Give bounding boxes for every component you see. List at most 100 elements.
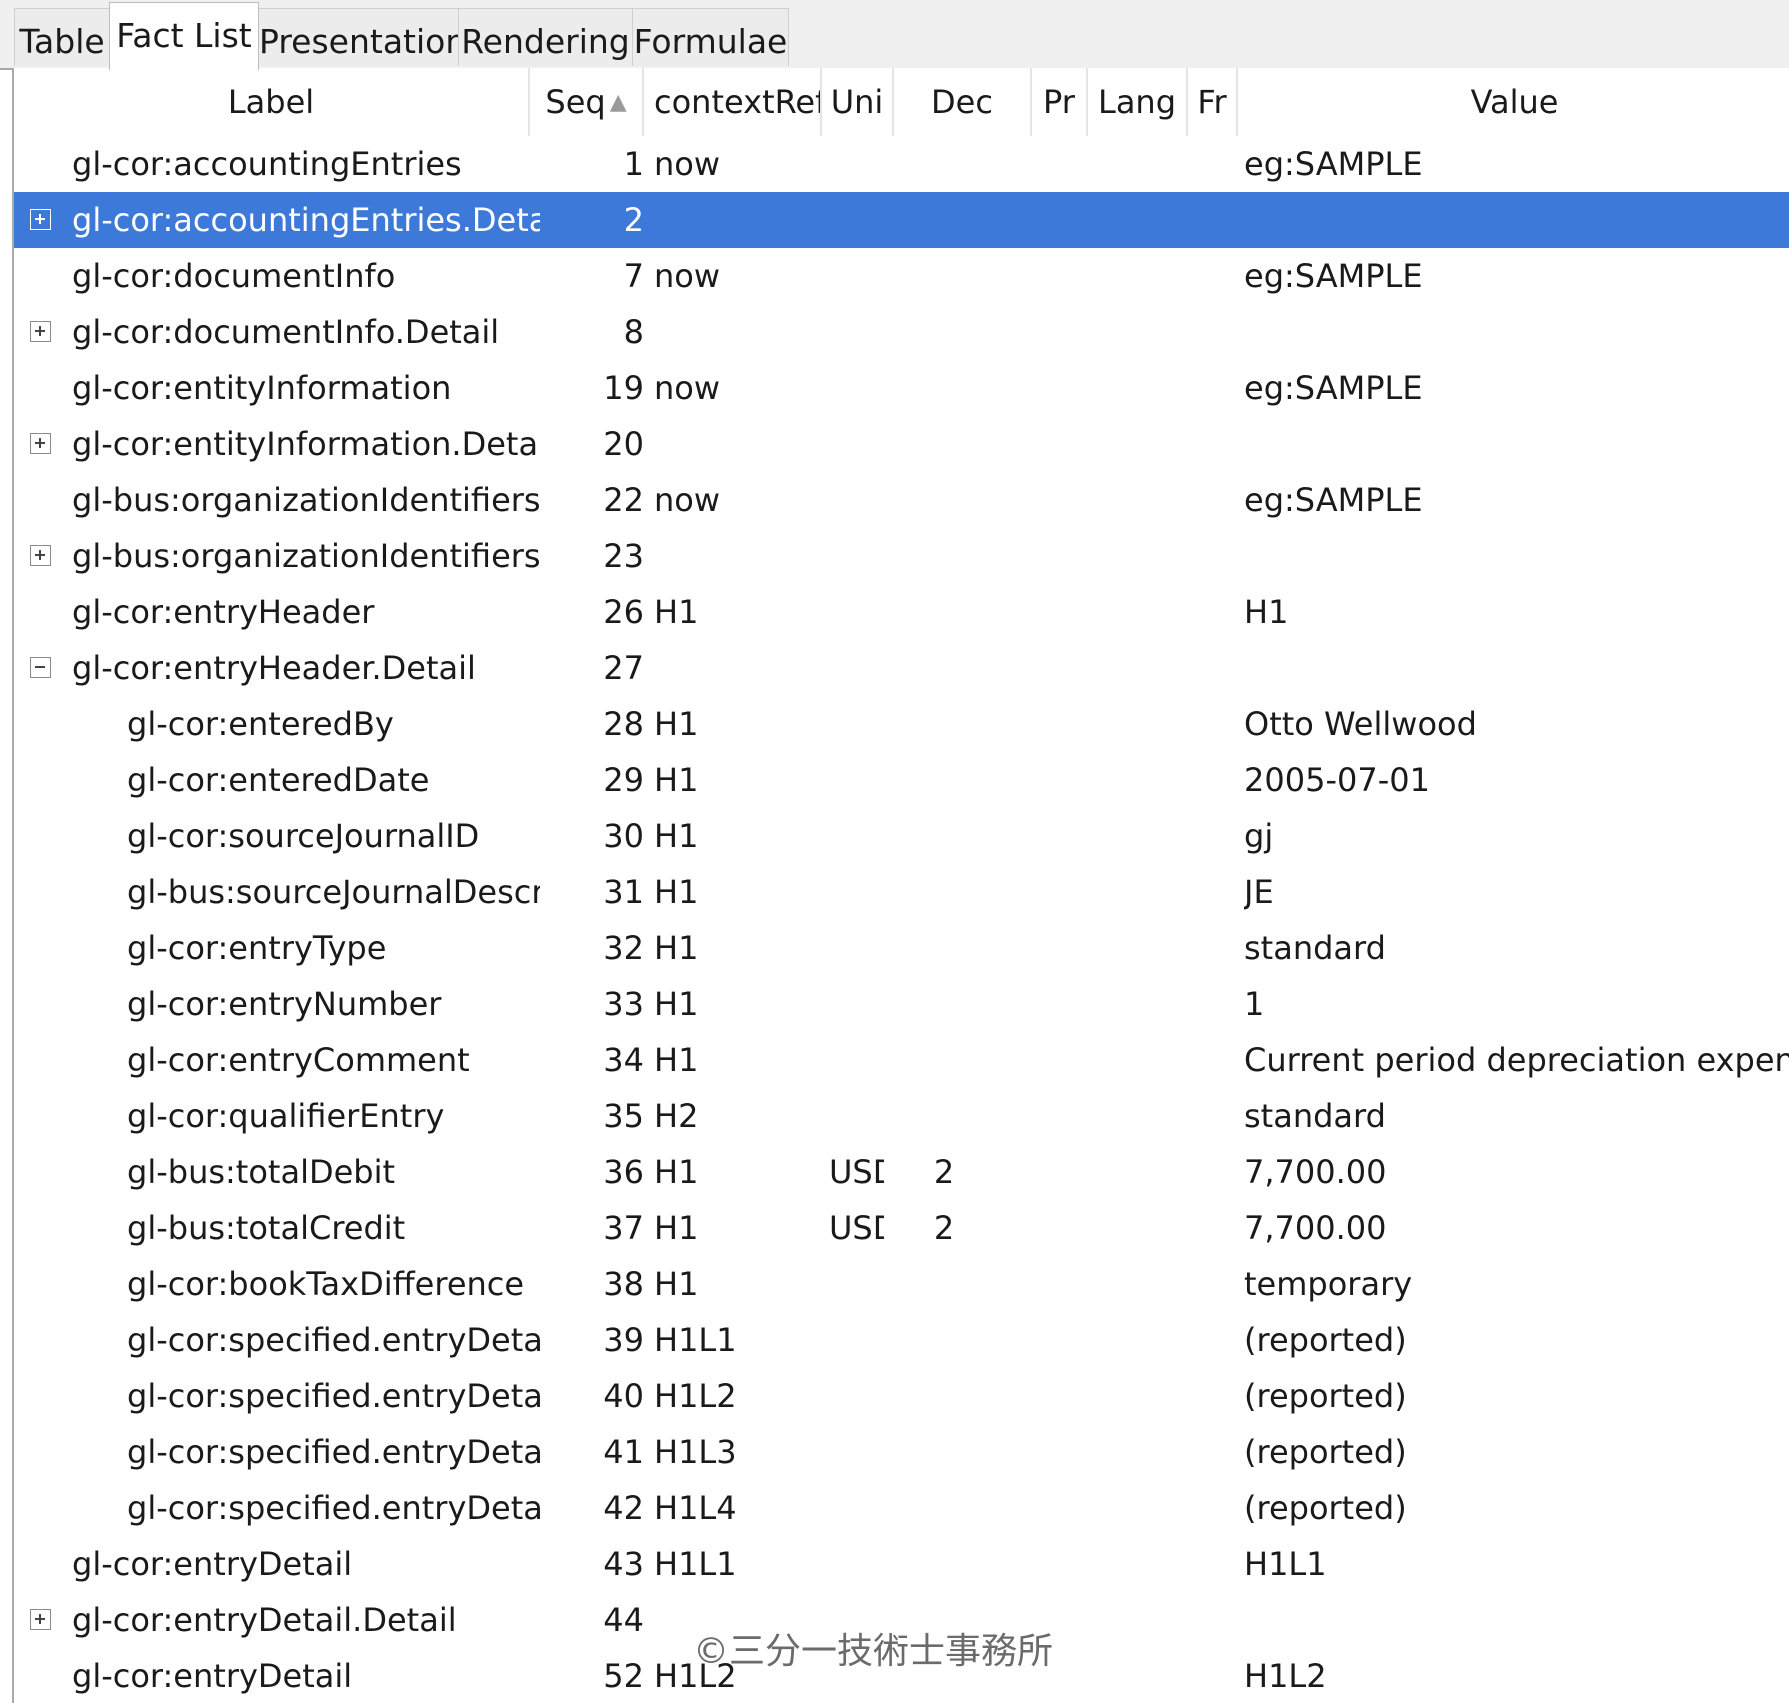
cell-seq: 19 bbox=[603, 369, 644, 407]
cell-label: gl-cor:qualifierEntry bbox=[127, 1097, 445, 1135]
table-row[interactable]: gl-cor:entityInformation 19 now eg:SAMPLE bbox=[14, 360, 1789, 416]
table-row[interactable]: gl-bus:sourceJournalDescription 31 H1 JE bbox=[14, 864, 1789, 920]
table-row[interactable]: gl-cor:entryDetail.Detail 44 bbox=[14, 1592, 1789, 1648]
tab-presentation[interactable]: Presentation bbox=[258, 8, 466, 66]
cell-label: gl-cor:documentInfo bbox=[72, 257, 396, 295]
cell-seq: 22 bbox=[603, 481, 644, 519]
table-row[interactable]: gl-cor:qualifierEntry 35 H2 standard bbox=[14, 1088, 1789, 1144]
cell-value: (reported) bbox=[1244, 1377, 1407, 1415]
column-header-row: Label Seq ▲ contextRef Uni Dec Pr Lang Fr… bbox=[14, 68, 1789, 136]
column-header-lang[interactable]: Lang bbox=[1088, 68, 1188, 136]
column-header-prec-text: Pr bbox=[1043, 83, 1075, 121]
tab-formulae[interactable]: Formulae bbox=[632, 8, 789, 66]
cell-label: gl-cor:specified.entryDetail bbox=[127, 1377, 540, 1415]
table-row[interactable]: gl-cor:specified.entryDetail 39 H1L1 (repor… bbox=[14, 1312, 1789, 1368]
column-header-contextref[interactable]: contextRef bbox=[644, 68, 822, 136]
cell-label: gl-cor:entityInformation bbox=[72, 369, 452, 407]
cell-value: eg:SAMPLE bbox=[1244, 481, 1423, 519]
expand-plus-icon[interactable] bbox=[30, 209, 51, 230]
column-header-value-text: Value bbox=[1470, 83, 1559, 121]
cell-seq: 28 bbox=[603, 705, 644, 743]
table-row[interactable]: gl-cor:entryDetail 43 H1L1 H1L1 bbox=[14, 1536, 1789, 1592]
cell-label: gl-cor:entryDetail bbox=[72, 1545, 353, 1583]
tab-rendering[interactable]: Rendering bbox=[458, 8, 633, 66]
table-row[interactable]: gl-cor:bookTaxDifference 38 H1 temporary bbox=[14, 1256, 1789, 1312]
table-row[interactable]: gl-cor:accountingEntries 1 now eg:SAMPLE bbox=[14, 136, 1789, 192]
table-row[interactable]: gl-bus:organizationIdentifiers 22 now eg:SA… bbox=[14, 472, 1789, 528]
expand-plus-icon[interactable] bbox=[30, 321, 51, 342]
cell-seq: 8 bbox=[623, 313, 644, 351]
table-row[interactable]: gl-cor:specified.entryDetail 42 H1L4 (repor… bbox=[14, 1480, 1789, 1536]
cell-contextref: H2 bbox=[654, 1097, 699, 1135]
cell-contextref: H1L1 bbox=[654, 1545, 737, 1583]
cell-value: 7,700.00 bbox=[1244, 1209, 1387, 1247]
expand-plus-icon[interactable] bbox=[30, 433, 51, 454]
table-row[interactable]: gl-bus:totalCredit 37 H1 USD 2 7,700.00 bbox=[14, 1200, 1789, 1256]
expand-plus-icon[interactable] bbox=[30, 545, 51, 566]
cell-seq: 44 bbox=[603, 1601, 644, 1639]
table-row[interactable]: gl-cor:entityInformation.Detail 20 bbox=[14, 416, 1789, 472]
table-row[interactable]: gl-cor:specified.entryDetail 41 H1L3 (repor… bbox=[14, 1424, 1789, 1480]
cell-contextref: H1L3 bbox=[654, 1433, 737, 1471]
table-row[interactable]: gl-cor:entryComment 34 H1 Current period de… bbox=[14, 1032, 1789, 1088]
cell-contextref: now bbox=[654, 145, 721, 183]
cell-seq: 29 bbox=[603, 761, 644, 799]
cell-seq: 35 bbox=[603, 1097, 644, 1135]
cell-seq: 39 bbox=[603, 1321, 644, 1359]
cell-contextref: H1 bbox=[654, 873, 699, 911]
collapse-minus-icon[interactable] bbox=[30, 657, 51, 678]
table-row[interactable]: gl-cor:enteredDate 29 H1 2005-07-01 bbox=[14, 752, 1789, 808]
column-header-unit[interactable]: Uni bbox=[822, 68, 894, 136]
cell-seq: 38 bbox=[603, 1265, 644, 1303]
table-row[interactable]: gl-cor:enteredBy 28 H1 Otto Wellwood bbox=[14, 696, 1789, 752]
table-row[interactable]: gl-cor:documentInfo.Detail 8 bbox=[14, 304, 1789, 360]
cell-label: gl-cor:entryComment bbox=[127, 1041, 470, 1079]
cell-label: gl-cor:entryHeader bbox=[72, 593, 375, 631]
table-row[interactable]: gl-bus:totalDebit 36 H1 USD 2 7,700.00 bbox=[14, 1144, 1789, 1200]
cell-contextref: H1L4 bbox=[654, 1489, 737, 1527]
cell-label: gl-cor:entryDetail.Detail bbox=[72, 1601, 457, 1639]
column-header-fr[interactable]: Fr bbox=[1188, 68, 1238, 136]
column-header-contextref-text: contextRef bbox=[654, 83, 822, 121]
table-row[interactable]: gl-cor:sourceJournalID 30 H1 gj bbox=[14, 808, 1789, 864]
cell-value: H1 bbox=[1244, 593, 1289, 631]
cell-label: gl-bus:totalCredit bbox=[127, 1209, 406, 1247]
table-row[interactable]: gl-cor:entryType 32 H1 standard bbox=[14, 920, 1789, 976]
table-row[interactable]: gl-cor:entryDetail 52 H1L2 H1L2 bbox=[14, 1648, 1789, 1703]
cell-value: 1 bbox=[1244, 985, 1265, 1023]
cell-contextref: now bbox=[654, 369, 721, 407]
expand-plus-icon[interactable] bbox=[30, 1609, 51, 1630]
cell-contextref: H1 bbox=[654, 817, 699, 855]
cell-unit: USD bbox=[829, 1209, 884, 1247]
table-row[interactable]: gl-bus:organizationIdentifiers.Detail 23 bbox=[14, 528, 1789, 584]
tab-fact-list[interactable]: Fact List bbox=[109, 2, 259, 70]
table-row[interactable]: gl-cor:entryNumber 33 H1 1 bbox=[14, 976, 1789, 1032]
cell-value: H1L1 bbox=[1244, 1545, 1327, 1583]
cell-label: gl-cor:specified.entryDetail bbox=[127, 1321, 540, 1359]
cell-label: gl-cor:specified.entryDetail bbox=[127, 1489, 540, 1527]
cell-contextref: H1 bbox=[654, 1265, 699, 1303]
cell-contextref: H1L2 bbox=[654, 1657, 737, 1695]
cell-value: eg:SAMPLE bbox=[1244, 369, 1423, 407]
cell-value: 2005-07-01 bbox=[1244, 761, 1430, 799]
cell-value: 7,700.00 bbox=[1244, 1153, 1387, 1191]
cell-seq: 43 bbox=[603, 1545, 644, 1583]
column-header-value[interactable]: Value bbox=[1238, 68, 1789, 136]
cell-contextref: H1 bbox=[654, 929, 699, 967]
cell-contextref: H1 bbox=[654, 761, 699, 799]
column-header-prec[interactable]: Pr bbox=[1032, 68, 1088, 136]
table-row[interactable]: gl-cor:accountingEntries.Detail 2 bbox=[14, 192, 1789, 248]
column-header-dec[interactable]: Dec bbox=[894, 68, 1032, 136]
table-row[interactable]: gl-cor:specified.entryDetail 40 H1L2 (repor… bbox=[14, 1368, 1789, 1424]
cell-seq: 2 bbox=[623, 201, 644, 239]
cell-label: gl-cor:enteredBy bbox=[127, 705, 394, 743]
cell-seq: 27 bbox=[603, 649, 644, 687]
column-header-seq[interactable]: Seq ▲ bbox=[530, 68, 644, 136]
cell-seq: 7 bbox=[623, 257, 644, 295]
column-header-label[interactable]: Label bbox=[14, 68, 530, 136]
table-row[interactable]: gl-cor:entryHeader.Detail 27 bbox=[14, 640, 1789, 696]
table-row[interactable]: gl-cor:documentInfo 7 now eg:SAMPLE bbox=[14, 248, 1789, 304]
tab-table[interactable]: Table bbox=[14, 8, 110, 66]
cell-label: gl-cor:bookTaxDifference bbox=[127, 1265, 525, 1303]
table-row[interactable]: gl-cor:entryHeader 26 H1 H1 bbox=[14, 584, 1789, 640]
